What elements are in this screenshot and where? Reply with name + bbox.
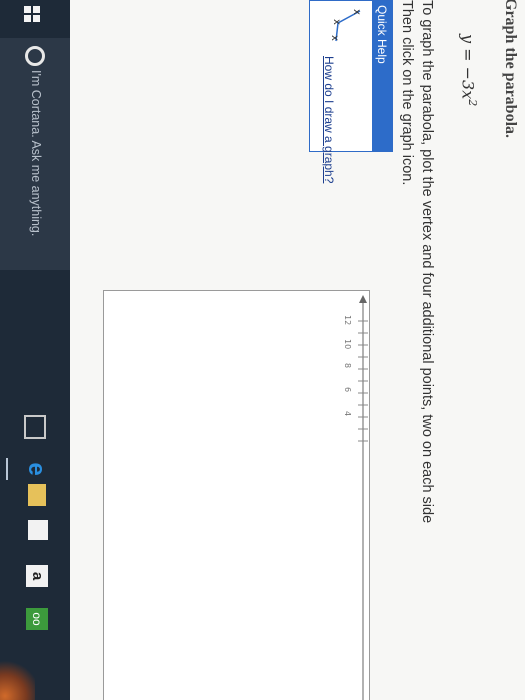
equation: y = −3x2 (459, 34, 479, 106)
search-placeholder: I'm Cortana. Ask me anything. (29, 70, 43, 237)
screen-glare (0, 660, 35, 700)
cortana-icon (25, 46, 45, 66)
active-app-indicator (6, 458, 8, 480)
svg-text:x: x (351, 9, 362, 15)
svg-text:x: x (331, 19, 342, 25)
instruction-line-1: To graph the parabola, plot the vertex a… (419, 0, 435, 524)
equation-lhs: y = −3x (458, 34, 478, 100)
task-view-icon[interactable] (24, 415, 46, 439)
question-panel: Graph the parabola. y = −3x2 To graph th… (70, 0, 525, 700)
problem-title: Graph the parabola. (502, 0, 519, 139)
edge-browser-icon[interactable]: e (22, 455, 50, 483)
instruction-line-2: Then click on the graph icon. (399, 0, 415, 186)
graph-area[interactable]: 12 10 8 6 4 (103, 290, 370, 700)
tripadvisor-icon[interactable]: oo (26, 608, 48, 630)
cortana-search-box[interactable]: I'm Cortana. Ask me anything. (0, 38, 70, 270)
graph-help-icon: x x x (329, 9, 362, 42)
equation-exponent: 2 (466, 99, 479, 107)
quick-help-body: x x x How do I draw a graph? (312, 1, 372, 183)
y-tick-label: 4 (343, 411, 352, 416)
amazon-icon[interactable]: a (26, 565, 48, 587)
quick-help-panel: Quick Help x x x How do I draw a graph? (309, 0, 393, 183)
graph-axes: 12 10 8 6 4 (343, 295, 368, 700)
how-to-draw-graph-link[interactable]: How do I draw a graph? (322, 56, 336, 183)
y-tick-label: 10 (343, 339, 352, 349)
rotated-screen: Graph the parabola. y = −3x2 To graph th… (0, 0, 525, 700)
quick-help-header: Quick Help (372, 1, 392, 151)
file-explorer-icon[interactable] (28, 484, 46, 506)
store-icon[interactable] (28, 520, 48, 540)
y-tick-label: 8 (343, 363, 352, 368)
svg-text:x: x (329, 35, 340, 41)
windows-taskbar: I'm Cortana. Ask me anything. e a oo (0, 0, 70, 700)
y-tick-label: 6 (343, 387, 352, 392)
windows-start-button[interactable] (24, 6, 40, 22)
y-tick-label: 12 (343, 315, 352, 325)
y-axis-arrow (359, 295, 367, 303)
instructions: To graph the parabola, plot the vertex a… (397, 0, 437, 700)
